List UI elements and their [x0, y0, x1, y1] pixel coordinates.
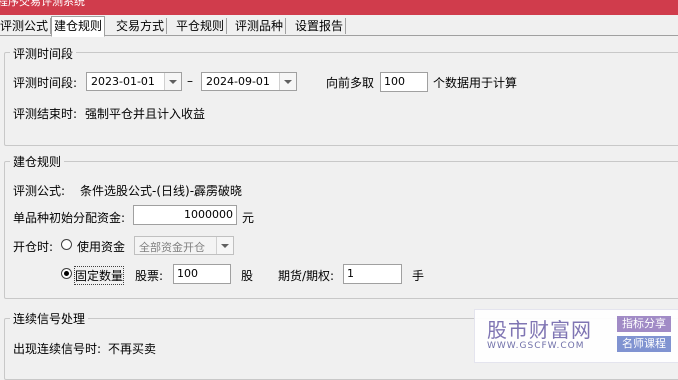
open-label: 开仓时: — [13, 240, 54, 254]
formula-value: 条件选股公式-(日线)-霹雳破晓 — [80, 184, 243, 198]
period-group — [4, 52, 678, 146]
period-label: 评测时间段: — [13, 76, 78, 90]
tab-exit-rules[interactable]: 平仓规则 — [174, 18, 228, 34]
start-date-picker[interactable]: 2023-01-01 — [86, 72, 182, 91]
tab-strip: 评测公式 建仓规则 交易方式 平仓规则 评测品种 设置报告 — [0, 16, 678, 37]
watermark-url: WWW.GSCFW.COM — [487, 341, 585, 351]
window-title: 程序交易评测系统 — [0, 0, 85, 8]
capital-input[interactable]: 1000000 — [133, 205, 237, 225]
period-legend: 评测时间段 — [10, 45, 77, 62]
formula-label: 评测公式: — [13, 184, 66, 198]
signals-label: 出现连续信号时: — [13, 342, 102, 356]
stock-label: 股票: — [135, 269, 164, 283]
end-label: 评测结束时: — [13, 107, 78, 121]
lookback-suffix: 个数据用于计算 — [433, 76, 518, 90]
lookback-label: 向前多取 — [326, 76, 375, 90]
chevron-down-icon[interactable] — [164, 73, 181, 90]
tab-entry-rules[interactable]: 建仓规则 — [51, 16, 106, 37]
fixed-qty-label[interactable]: 固定数量 — [73, 266, 125, 285]
fixed-qty-radio[interactable] — [61, 268, 72, 279]
entry-legend: 建仓规则 — [10, 153, 65, 170]
funds-mode-select[interactable]: 全部资金开仓 — [134, 236, 234, 255]
date-range-dash: – — [187, 74, 193, 88]
signals-value: 不再买卖 — [108, 342, 157, 356]
futures-label: 期货/期权: — [278, 269, 335, 283]
watermark-tag-indicators: 指标分享 — [617, 316, 671, 332]
futures-unit: 手 — [412, 269, 425, 283]
futures-qty-input[interactable]: 1 — [343, 264, 402, 284]
end-date-value: 2024-09-01 — [206, 75, 270, 88]
chevron-down-icon[interactable] — [216, 237, 233, 254]
tab-instruments[interactable]: 评测品种 — [233, 18, 287, 34]
watermark-logo: 股市财富网 — [487, 318, 592, 342]
tab-formula[interactable]: 评测公式 — [0, 18, 52, 34]
tab-report-settings[interactable]: 设置报告 — [293, 18, 347, 34]
watermark-tag-courses: 名师课程 — [617, 336, 671, 352]
use-funds-label[interactable]: 使用资金 — [77, 238, 125, 255]
end-value: 强制平仓并且计入收益 — [85, 107, 206, 121]
title-bar: 程序交易评测系统 — [0, 0, 678, 15]
stock-unit: 股 — [241, 269, 254, 283]
chevron-down-icon[interactable] — [279, 73, 296, 90]
watermark: 股市财富网 WWW.GSCFW.COM 指标分享 名师课程 — [474, 309, 678, 363]
start-date-value: 2023-01-01 — [91, 75, 155, 88]
use-funds-radio[interactable] — [61, 239, 72, 250]
signals-legend: 连续信号处理 — [10, 310, 89, 327]
tab-trade-mode[interactable]: 交易方式 — [114, 18, 168, 34]
funds-mode-value: 全部资金开仓 — [139, 241, 205, 254]
end-date-picker[interactable]: 2024-09-01 — [201, 72, 297, 91]
capital-unit: 元 — [242, 211, 255, 225]
stock-qty-input[interactable]: 100 — [173, 264, 231, 284]
capital-label: 单品种初始分配资金: — [13, 211, 126, 225]
lookback-input[interactable]: 100 — [380, 72, 428, 92]
